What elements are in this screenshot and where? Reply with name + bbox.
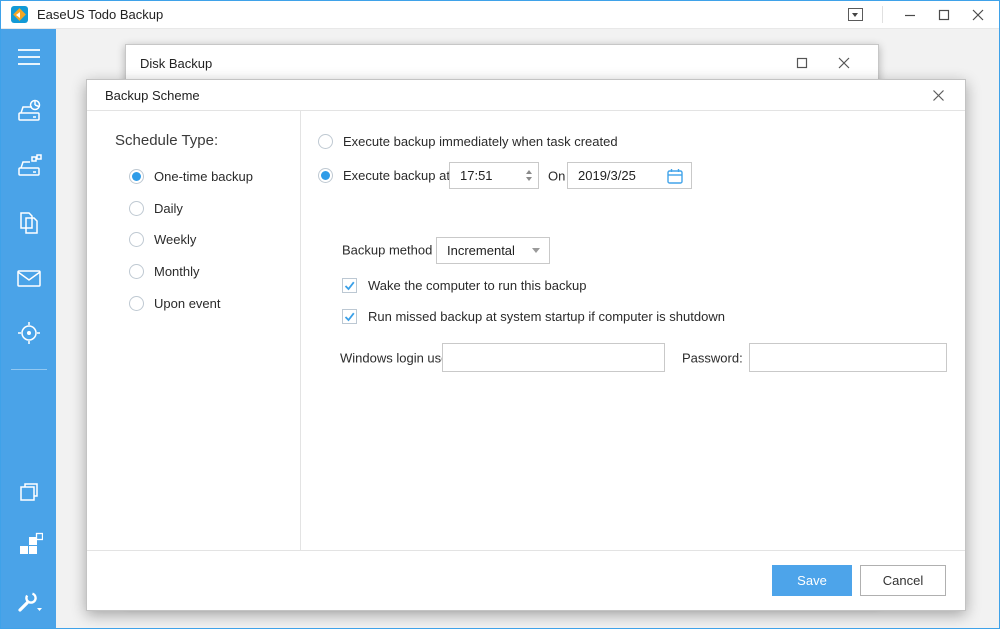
- disk-backup-titlebar: Disk Backup: [126, 45, 878, 81]
- maximize-button[interactable]: [927, 1, 961, 28]
- dropdown-menu-button[interactable]: [838, 1, 872, 28]
- menu-icon[interactable]: [16, 48, 42, 66]
- chevron-down-icon: [532, 248, 540, 253]
- radio-label: Daily: [154, 201, 183, 216]
- date-value: 2019/3/25: [578, 168, 636, 183]
- radio-icon: [318, 168, 333, 183]
- radio-weekly[interactable]: Weekly: [129, 231, 196, 247]
- app-title: EaseUS Todo Backup: [37, 7, 163, 22]
- file-backup-icon[interactable]: [16, 209, 42, 237]
- disk-backup-title: Disk Backup: [140, 56, 212, 71]
- close-button[interactable]: [961, 1, 995, 28]
- schedule-type-panel: Schedule Type: One-time backup Daily Wee…: [87, 111, 301, 550]
- time-value: 17:51: [460, 168, 493, 183]
- on-label: On: [548, 169, 565, 184]
- time-spinner[interactable]: 17:51: [449, 162, 539, 189]
- sidebar: [1, 29, 56, 628]
- checkbox-label: Run missed backup at system startup if c…: [368, 309, 725, 324]
- close-icon: [972, 9, 984, 21]
- windows-login-user-label: Windows login user:: [340, 351, 456, 366]
- close-icon: [932, 89, 945, 102]
- calendar-icon[interactable]: [666, 167, 684, 185]
- date-picker[interactable]: 2019/3/25: [567, 162, 692, 189]
- checkbox-icon: [342, 278, 357, 293]
- radio-label: Monthly: [154, 264, 200, 279]
- dialog-close-button[interactable]: [932, 89, 945, 102]
- maximize-icon: [938, 9, 950, 21]
- smart-backup-icon[interactable]: [15, 319, 43, 347]
- radio-icon: [129, 296, 144, 311]
- radio-label: Execute backup immediately when task cre…: [343, 134, 618, 149]
- radio-label: Execute backup at: [343, 168, 450, 183]
- dialog-footer: Save Cancel: [87, 550, 965, 610]
- radio-icon: [129, 201, 144, 216]
- dialog-body: Schedule Type: One-time backup Daily Wee…: [87, 111, 965, 550]
- minimize-button[interactable]: [893, 1, 927, 28]
- spinner-arrows-icon[interactable]: [526, 170, 532, 181]
- checkbox-run-missed-backup[interactable]: Run missed backup at system startup if c…: [342, 308, 725, 324]
- easeus-logo-icon: [11, 6, 28, 23]
- checkbox-icon: [342, 309, 357, 324]
- disk-close-icon[interactable]: [838, 57, 850, 69]
- radio-monthly[interactable]: Monthly: [129, 263, 200, 279]
- tools-icon[interactable]: [15, 532, 43, 560]
- checkbox-wake-computer[interactable]: Wake the computer to run this backup: [342, 277, 586, 293]
- titlebar-separator: [882, 6, 883, 23]
- save-button[interactable]: Save: [772, 565, 852, 596]
- radio-icon: [129, 232, 144, 247]
- app-window: EaseUS Todo Backup: [0, 0, 1000, 629]
- disk-maximize-icon[interactable]: [796, 57, 808, 69]
- disk-backup-icon[interactable]: [15, 97, 43, 125]
- radio-execute-immediately[interactable]: Execute backup immediately when task cre…: [318, 133, 618, 149]
- radio-icon: [129, 169, 144, 184]
- clone-icon[interactable]: [16, 479, 42, 505]
- radio-label: Upon event: [154, 296, 221, 311]
- radio-icon: [318, 134, 333, 149]
- sidebar-divider: [11, 369, 47, 370]
- backup-method-select[interactable]: Incremental: [436, 237, 550, 264]
- password-input[interactable]: [749, 343, 947, 372]
- backup-method-value: Incremental: [447, 243, 515, 258]
- system-backup-icon[interactable]: [15, 152, 43, 180]
- schedule-type-heading: Schedule Type:: [115, 132, 218, 149]
- radio-execute-at[interactable]: Execute backup at: [318, 167, 450, 183]
- dialog-title: Backup Scheme: [105, 88, 200, 103]
- radio-icon: [129, 264, 144, 279]
- minimize-icon: [904, 9, 916, 21]
- dialog-header: Backup Scheme: [87, 80, 965, 111]
- radio-daily[interactable]: Daily: [129, 200, 183, 216]
- app-titlebar: EaseUS Todo Backup: [1, 1, 999, 29]
- radio-label: One-time backup: [154, 169, 253, 184]
- radio-one-time-backup[interactable]: One-time backup: [129, 168, 253, 184]
- password-label: Password:: [682, 351, 743, 366]
- settings-wrench-icon[interactable]: [14, 589, 44, 615]
- checkbox-label: Wake the computer to run this backup: [368, 278, 586, 293]
- mail-backup-icon[interactable]: [15, 266, 43, 290]
- backup-scheme-dialog: Backup Scheme Schedule Type: One-time ba…: [86, 79, 966, 611]
- backup-method-label: Backup method: [342, 243, 432, 258]
- windows-login-user-input[interactable]: [442, 343, 665, 372]
- radio-upon-event[interactable]: Upon event: [129, 295, 221, 311]
- cancel-button[interactable]: Cancel: [860, 565, 946, 596]
- radio-label: Weekly: [154, 232, 196, 247]
- chevron-down-icon: [848, 8, 863, 21]
